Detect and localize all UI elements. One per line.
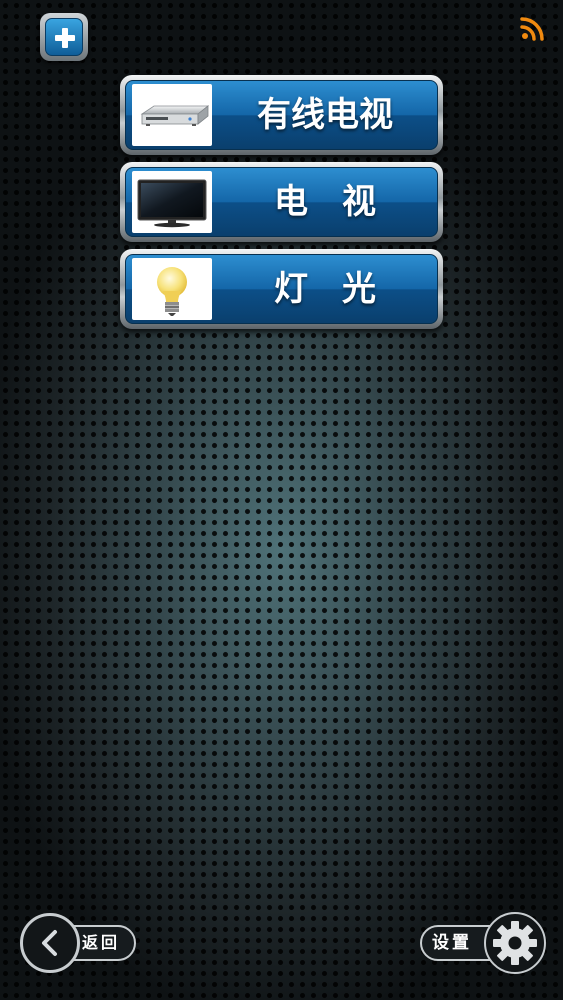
lighting-thumbnail xyxy=(132,258,212,320)
cable-tv-label: 有线电视 xyxy=(257,95,393,135)
tv-label: 电 视 xyxy=(274,182,376,222)
back-button-circle xyxy=(20,913,80,973)
lighting-label: 灯 光 xyxy=(274,269,376,309)
plus-icon xyxy=(55,28,75,48)
add-button-face xyxy=(45,18,83,56)
tv-icon xyxy=(137,179,207,228)
back-button[interactable]: 返回 xyxy=(20,913,138,973)
cable-tv-button[interactable]: 有线电视 xyxy=(120,75,443,155)
light-bulb-icon xyxy=(157,267,187,316)
settings-label: 设置 xyxy=(432,933,472,953)
settings-gear-circle xyxy=(484,912,546,974)
gear-icon xyxy=(493,921,537,965)
add-button[interactable] xyxy=(40,13,88,61)
settings-button[interactable]: 设置 xyxy=(418,910,548,976)
back-label: 返回 xyxy=(82,933,121,952)
tv-button[interactable]: 电 视 xyxy=(120,162,443,242)
rss-signal-icon xyxy=(520,17,544,41)
lighting-button[interactable]: 灯 光 xyxy=(120,249,443,329)
chevron-left-icon xyxy=(42,930,57,956)
tv-thumbnail xyxy=(132,171,212,233)
cable-tv-thumbnail xyxy=(132,84,212,146)
set-top-box-icon xyxy=(140,105,210,126)
